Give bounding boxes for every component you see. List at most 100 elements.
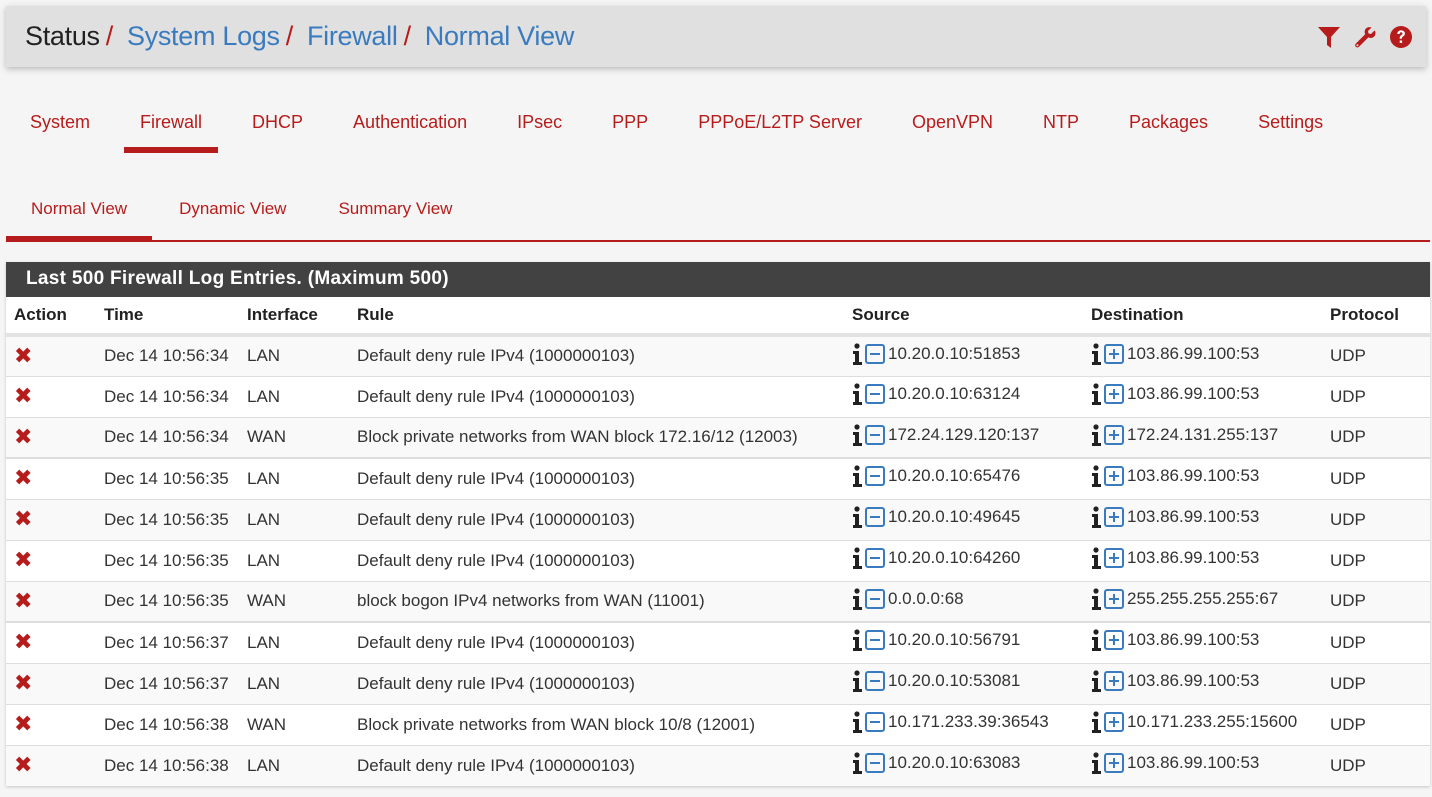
tab-ppp[interactable]: PPP: [596, 100, 664, 153]
info-icon[interactable]: [852, 465, 863, 488]
easy-rule-pass-icon[interactable]: [1104, 712, 1124, 732]
help-icon[interactable]: [1388, 24, 1414, 50]
easy-rule-block-icon[interactable]: [865, 424, 885, 445]
info-icon[interactable]: [852, 711, 863, 733]
info-icon[interactable]: [852, 629, 863, 652]
time-cell: Dec 14 10:56:35: [96, 457, 239, 499]
easy-rule-block-icon[interactable]: [865, 753, 885, 774]
tab-dynamic-view[interactable]: Dynamic View: [154, 190, 311, 240]
destination-cell: 103.86.99.100:53: [1083, 498, 1322, 540]
tab-firewall[interactable]: Firewall: [124, 100, 219, 153]
tab-packages[interactable]: Packages: [1113, 100, 1224, 153]
tab-ipsec[interactable]: IPsec: [501, 100, 578, 153]
destination-cell: 103.86.99.100:53: [1083, 334, 1322, 376]
time-cell: Dec 14 10:56:35: [96, 498, 239, 540]
easy-rule-block-icon[interactable]: [865, 588, 885, 609]
easy-rule-block-icon[interactable]: [865, 384, 885, 404]
easy-rule-block-icon[interactable]: [865, 507, 885, 527]
easy-rule-block-icon[interactable]: [865, 548, 885, 568]
source-address: 10.20.0.10:53081: [888, 671, 1021, 690]
easy-rule-block-icon[interactable]: [865, 712, 885, 732]
easy-rule-pass-icon[interactable]: [1104, 466, 1124, 487]
column-header-time[interactable]: Time: [96, 297, 239, 337]
time-cell: Dec 14 10:56:37: [96, 621, 239, 663]
breadcrumb-firewall[interactable]: Firewall: [307, 21, 398, 52]
column-header-source[interactable]: Source: [844, 297, 1083, 337]
column-header-destination[interactable]: Destination: [1083, 297, 1322, 337]
easy-rule-pass-icon[interactable]: [1104, 384, 1124, 404]
column-header-rule[interactable]: Rule: [349, 297, 844, 337]
block-x-icon[interactable]: ✖: [14, 589, 32, 612]
info-icon[interactable]: [1091, 588, 1102, 610]
breadcrumb-system-logs[interactable]: System Logs: [127, 21, 280, 52]
table-row: ✖ Dec 14 10:56:35 LAN Default deny rule …: [6, 457, 1430, 499]
easy-rule-pass-icon[interactable]: [1104, 630, 1124, 651]
filter-icon[interactable]: [1316, 24, 1342, 50]
info-icon[interactable]: [1091, 629, 1102, 652]
info-icon[interactable]: [852, 752, 863, 775]
column-header-action[interactable]: Action: [6, 297, 96, 337]
info-icon[interactable]: [852, 383, 863, 405]
info-icon[interactable]: [852, 588, 863, 610]
block-x-icon[interactable]: ✖: [14, 754, 32, 776]
wrench-icon[interactable]: [1352, 24, 1378, 50]
column-header-interface[interactable]: Interface: [239, 297, 349, 337]
easy-rule-block-icon[interactable]: [865, 630, 885, 651]
easy-rule-pass-icon[interactable]: [1104, 548, 1124, 568]
info-icon[interactable]: [852, 343, 863, 365]
column-header-protocol[interactable]: Protocol: [1322, 297, 1430, 337]
tab-dhcp[interactable]: DHCP: [236, 100, 319, 153]
block-x-icon[interactable]: ✖: [14, 672, 32, 694]
info-icon[interactable]: [1091, 424, 1102, 446]
info-icon[interactable]: [852, 506, 863, 528]
breadcrumb-normal-view[interactable]: Normal View: [425, 21, 575, 52]
rule-cell: Default deny rule IPv4 (1000000103): [349, 744, 844, 786]
easy-rule-pass-icon[interactable]: [1104, 753, 1124, 774]
info-icon[interactable]: [1091, 547, 1102, 569]
info-icon[interactable]: [1091, 506, 1102, 528]
info-icon[interactable]: [1091, 343, 1102, 365]
destination-address: 103.86.99.100:53: [1127, 384, 1260, 403]
easy-rule-pass-icon[interactable]: [1104, 343, 1124, 364]
tab-settings[interactable]: Settings: [1242, 100, 1339, 153]
tab-pppoe-l2tp-server[interactable]: PPPoE/L2TP Server: [682, 100, 878, 153]
tab-ntp[interactable]: NTP: [1027, 100, 1095, 153]
easy-rule-pass-icon[interactable]: [1104, 671, 1124, 691]
protocol-cell: UDP: [1322, 703, 1430, 745]
block-x-icon[interactable]: ✖: [14, 467, 32, 489]
info-icon[interactable]: [852, 424, 863, 446]
interface-cell: LAN: [239, 375, 349, 417]
table-row: ✖ Dec 14 10:56:34 WAN Block private netw…: [6, 416, 1430, 459]
info-icon[interactable]: [1091, 670, 1102, 692]
info-icon[interactable]: [1091, 711, 1102, 733]
protocol-cell: UDP: [1322, 744, 1430, 786]
source-address: 0.0.0.0:68: [888, 588, 964, 608]
easy-rule-block-icon[interactable]: [865, 466, 885, 487]
info-icon[interactable]: [1091, 383, 1102, 405]
easy-rule-block-icon[interactable]: [865, 343, 885, 364]
easy-rule-pass-icon[interactable]: [1104, 507, 1124, 527]
tab-normal-view[interactable]: Normal View: [6, 190, 153, 242]
info-icon[interactable]: [1091, 752, 1102, 775]
tab-authentication[interactable]: Authentication: [337, 100, 483, 153]
easy-rule-pass-icon[interactable]: [1104, 424, 1124, 445]
block-x-icon[interactable]: ✖: [14, 549, 32, 571]
destination-address: 103.86.99.100:53: [1127, 466, 1260, 486]
info-icon[interactable]: [852, 547, 863, 569]
easy-rule-pass-icon[interactable]: [1104, 588, 1124, 609]
tab-system[interactable]: System: [14, 100, 106, 153]
info-icon[interactable]: [852, 670, 863, 692]
tab-summary-view[interactable]: Summary View: [313, 190, 477, 240]
action-cell: ✖: [6, 703, 96, 745]
info-icon[interactable]: [1091, 465, 1102, 488]
easy-rule-block-icon[interactable]: [865, 671, 885, 691]
block-x-icon[interactable]: ✖: [14, 344, 32, 367]
block-x-icon[interactable]: ✖: [14, 385, 32, 407]
block-x-icon[interactable]: ✖: [14, 508, 32, 530]
block-x-icon[interactable]: ✖: [14, 631, 32, 653]
rule-cell: block bogon IPv4 networks from WAN (1100…: [349, 580, 844, 623]
block-x-icon[interactable]: ✖: [14, 425, 32, 448]
tab-openvpn[interactable]: OpenVPN: [896, 100, 1009, 153]
rule-cell: Default deny rule IPv4 (1000000103): [349, 498, 844, 540]
block-x-icon[interactable]: ✖: [14, 713, 32, 735]
